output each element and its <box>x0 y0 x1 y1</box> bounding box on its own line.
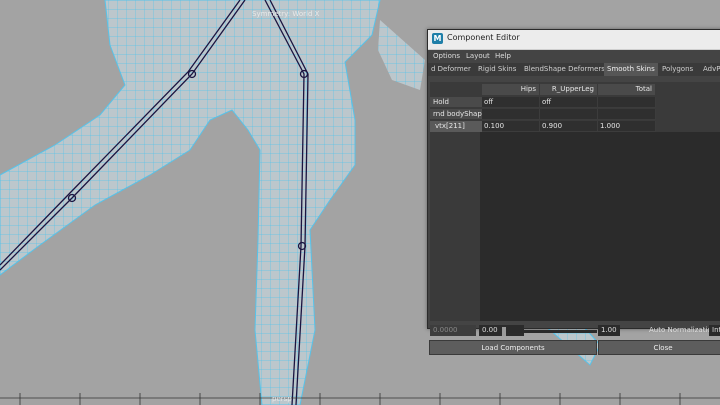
menu-layout[interactable]: Layout <box>466 52 490 60</box>
menu-help[interactable]: Help <box>495 52 511 60</box>
cell-shape-total <box>598 109 656 120</box>
tab-advpo[interactable]: AdvPo <box>700 63 720 76</box>
weight-slider[interactable] <box>502 327 597 336</box>
tab-blendshape-deformers[interactable]: BlendShape Deformers <box>521 63 608 76</box>
column-header-total[interactable]: Total <box>598 84 656 95</box>
ground-grid <box>0 393 720 405</box>
component-editor-window[interactable]: M Component Editor Options Layout Help d… <box>427 29 720 355</box>
tab-polygons[interactable]: Polygons <box>659 63 696 76</box>
camera-label: persp <box>272 395 292 403</box>
row-header-hold[interactable]: Hold <box>430 97 482 108</box>
tab-deformer[interactable]: d Deformer <box>428 63 474 76</box>
load-components-button[interactable]: Load Components <box>429 340 597 355</box>
cell-hold-hips[interactable]: off <box>482 97 540 108</box>
auto-normalization-dropdown[interactable]: Inte <box>709 325 720 336</box>
column-header-hips[interactable]: Hips <box>482 84 540 95</box>
slider-handle[interactable] <box>502 327 506 336</box>
maya-icon: M <box>432 33 443 44</box>
close-button[interactable]: Close <box>598 340 720 355</box>
tab-bar: d Deformer Rigid Skins BlendShape Deform… <box>428 63 720 76</box>
title-bar[interactable]: M Component Editor <box>428 30 720 50</box>
cell-vtx-hips[interactable]: 0.100 <box>482 121 540 132</box>
max-value-field[interactable]: 1.00 <box>598 325 620 336</box>
auto-normalization-label: Auto Normalization <box>649 326 717 334</box>
cell-vtx-r-upperleg[interactable]: 0.900 <box>540 121 598 132</box>
window-title: Component Editor <box>447 33 520 42</box>
row-header-vertex[interactable]: vtx[211] <box>430 121 482 132</box>
symmetry-label: Symmetry: World X <box>252 10 320 18</box>
cell-hold-total[interactable] <box>598 97 656 108</box>
cell-vtx-total: 1.000 <box>598 121 656 132</box>
cell-shape-hips <box>482 109 540 120</box>
tab-rigid-skins[interactable]: Rigid Skins <box>475 63 519 76</box>
column-header-r-upperleg[interactable]: R_UpperLeg <box>540 84 598 95</box>
cell-hold-r-upperleg[interactable]: off <box>540 97 598 108</box>
tab-smooth-skins[interactable]: Smooth Skins <box>604 63 658 76</box>
slider-track <box>502 330 597 333</box>
cell-shape-r-upperleg <box>540 109 598 120</box>
menu-options[interactable]: Options <box>433 52 460 60</box>
menu-bar: Options Layout Help <box>428 50 720 63</box>
button-row: Load Components Close <box>428 340 720 355</box>
weights-grid-empty-area <box>480 132 720 321</box>
min-value-field[interactable]: 0.0000 <box>430 325 476 336</box>
row-header-shape[interactable]: rnd bodyShape <box>430 109 482 120</box>
